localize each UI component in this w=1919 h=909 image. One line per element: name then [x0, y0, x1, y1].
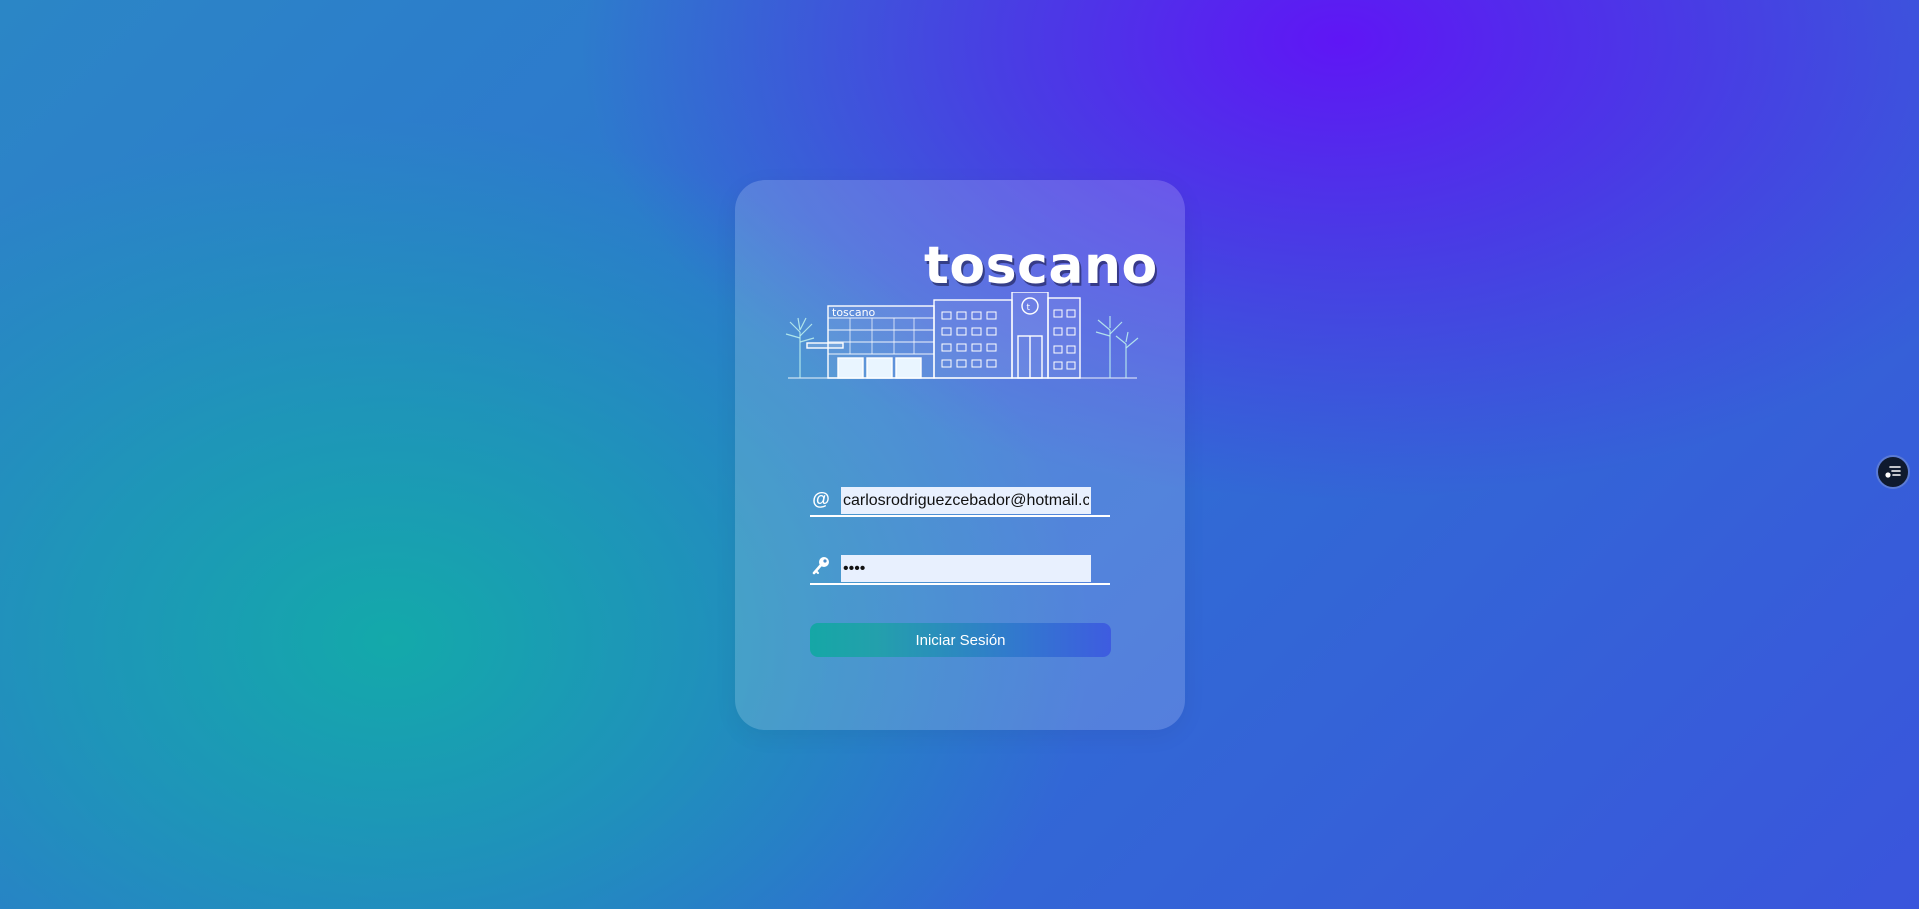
accessibility-menu-button[interactable] — [1876, 455, 1910, 489]
brand-logo: toscano toscano t — [780, 236, 1157, 390]
building-illustration: toscano t — [785, 292, 1139, 379]
email-field: @ — [810, 485, 1110, 517]
password-input[interactable] — [841, 555, 1091, 582]
login-card: toscano toscano t @ carlosrodriguezcebad… — [735, 180, 1185, 730]
brand-name: toscano — [924, 236, 1158, 296]
email-input[interactable] — [841, 487, 1091, 514]
key-icon — [810, 555, 832, 579]
at-icon: @ — [812, 489, 830, 509]
password-field — [810, 553, 1110, 585]
accessibility-menu-icon — [1885, 466, 1901, 478]
login-button[interactable]: Iniciar Sesión — [810, 623, 1111, 657]
building-sign: toscano — [832, 306, 876, 319]
building-clock: t — [1027, 303, 1031, 313]
